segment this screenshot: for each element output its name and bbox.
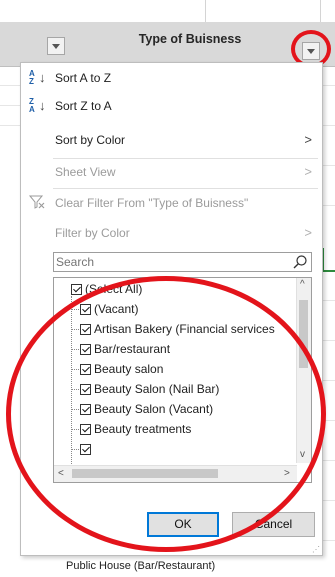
- filter-dropdown-button-left[interactable]: [47, 37, 65, 55]
- column-header-title: Type of Buisness: [138, 32, 242, 46]
- search-input[interactable]: [56, 255, 276, 269]
- cancel-button[interactable]: Cancel: [232, 512, 315, 537]
- list-item-label: Beauty Salon (Nail Bar): [94, 382, 220, 396]
- list-item[interactable]: (Vacant): [71, 300, 138, 318]
- checkbox-checked-icon[interactable]: [80, 364, 91, 376]
- ok-button[interactable]: OK: [147, 512, 219, 537]
- checkbox-checked-icon[interactable]: [80, 404, 91, 416]
- checkbox-checked-icon[interactable]: [71, 284, 82, 296]
- list-item[interactable]: Beauty Salon (Vacant): [71, 400, 213, 418]
- menu-item-sheet-view[interactable]: Sheet View >: [21, 159, 322, 185]
- sort-descending-icon: Z A ↓: [29, 97, 46, 114]
- resize-grip-icon[interactable]: ⋰: [312, 546, 320, 554]
- menu-item-filter-by-color[interactable]: Filter by Color >: [21, 220, 322, 246]
- chevron-right-icon: >: [304, 132, 312, 147]
- menu-item-label: Filter by Color: [55, 226, 130, 240]
- chevron-right-icon: >: [304, 164, 312, 179]
- chevron-right-icon: >: [304, 225, 312, 240]
- list-item-label: Bar/restaurant: [94, 342, 171, 356]
- menu-item-label: Sheet View: [55, 165, 116, 179]
- list-item[interactable]: Beauty treatments: [71, 420, 191, 438]
- menu-item-label: Sort by Color: [55, 133, 126, 147]
- chevron-down-icon: [52, 43, 60, 49]
- checkbox-checked-icon[interactable]: [80, 444, 91, 456]
- scrollbar-thumb[interactable]: [299, 300, 308, 368]
- sort-ascending-icon: A Z ↓: [29, 69, 46, 86]
- horizontal-scrollbar[interactable]: < >: [54, 465, 297, 482]
- list-item[interactable]: (Select All): [71, 280, 142, 298]
- menu-item-sort-za[interactable]: Z A ↓ Sort Z to A: [21, 93, 322, 119]
- checkbox-checked-icon[interactable]: [80, 344, 91, 356]
- menu-item-clear-filter[interactable]: Clear Filter From "Type of Buisness": [21, 190, 322, 216]
- search-field[interactable]: [53, 252, 312, 272]
- scroll-right-icon[interactable]: >: [284, 469, 290, 479]
- checkbox-checked-icon[interactable]: [80, 424, 91, 436]
- list-item[interactable]: Artisan Bakery (Financial services: [71, 320, 275, 338]
- scroll-left-icon[interactable]: <: [58, 469, 64, 479]
- menu-item-label: Sort A to Z: [55, 71, 112, 85]
- menu-separator: [53, 188, 318, 189]
- selected-cell-border: [322, 248, 335, 272]
- sheet-row-top: [0, 0, 335, 23]
- list-item-label: Beauty treatments: [94, 422, 192, 436]
- menu-item-label: Sort Z to A: [55, 99, 112, 113]
- checkbox-checked-icon[interactable]: [80, 324, 91, 336]
- checkbox-checked-icon[interactable]: [80, 304, 91, 316]
- list-item[interactable]: Beauty salon: [71, 360, 163, 378]
- clear-filter-icon: [28, 194, 47, 212]
- list-item-label: (Select All): [85, 282, 143, 296]
- autofilter-menu: A Z ↓ Sort A to Z Z A ↓ Sort Z to A Sort by …: [20, 62, 323, 556]
- list-item-label: Beauty Salon (Vacant): [94, 402, 214, 416]
- menu-item-sort-by-color[interactable]: Sort by Color >: [21, 127, 322, 153]
- cell-text: Public House (Bar/Restaurant): [66, 560, 216, 572]
- menu-item-sort-az[interactable]: A Z ↓ Sort A to Z: [21, 65, 322, 91]
- filter-value-list[interactable]: (Select All) (Vacant) Artisan Bakery (Fi…: [53, 277, 312, 483]
- column-divider: [320, 0, 321, 22]
- scroll-up-icon[interactable]: ^: [300, 280, 305, 290]
- list-item[interactable]: [71, 440, 94, 458]
- menu-item-label: Clear Filter From "Type of Buisness": [55, 196, 249, 210]
- search-icon: [293, 255, 307, 269]
- checkbox-checked-icon[interactable]: [80, 384, 91, 396]
- scroll-down-icon[interactable]: v: [300, 450, 305, 460]
- list-item-label: Artisan Bakery (Financial services: [94, 322, 275, 336]
- list-item-label: Beauty salon: [94, 362, 164, 376]
- list-item[interactable]: Beauty Salon (Nail Bar): [71, 380, 219, 398]
- list-item-label: (Vacant): [94, 302, 139, 316]
- scrollbar-thumb[interactable]: [72, 469, 218, 478]
- list-item[interactable]: Bar/restaurant: [71, 340, 170, 358]
- column-divider: [205, 0, 206, 22]
- vertical-scrollbar[interactable]: ^ v: [296, 278, 311, 463]
